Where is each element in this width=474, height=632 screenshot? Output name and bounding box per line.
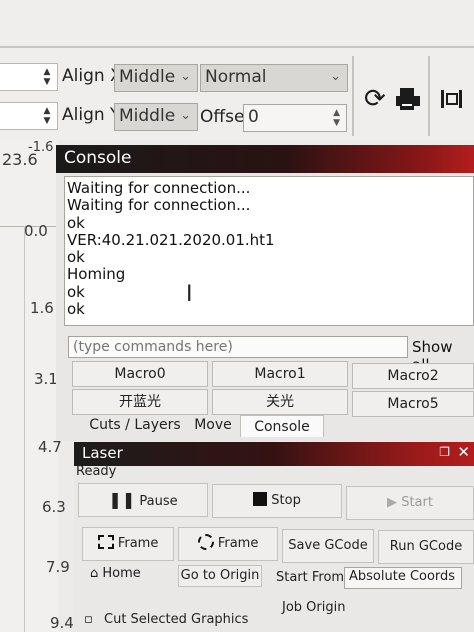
offset-value: 0 — [248, 107, 259, 127]
tab-console[interactable]: Console — [240, 415, 324, 437]
align-center-icon[interactable] — [440, 88, 468, 110]
chevron-down-icon: ⌄ — [180, 108, 191, 123]
log-line: Waiting for connection... — [67, 179, 251, 197]
cut-selected-label: Cut Selected Graphics — [104, 612, 249, 627]
console-titlebar[interactable]: Console — [56, 145, 474, 173]
home-button[interactable]: ⌂ Home — [90, 566, 141, 581]
log-line: ok — [67, 213, 85, 232]
console-title: Console — [64, 148, 132, 168]
start-from-select[interactable]: Absolute Coords — [344, 567, 462, 589]
frame-rect-label: Frame — [117, 536, 159, 551]
width-spinbox[interactable]: ▲ ▼ — [0, 63, 58, 91]
macro5-button[interactable]: Macro5 — [352, 391, 474, 417]
frame-circle-icon — [197, 534, 214, 550]
start-button[interactable]: ▶ Start — [346, 486, 474, 520]
log-line: ok — [67, 300, 85, 319]
spin-arrows-icon[interactable]: ▲ ▼ — [41, 106, 53, 126]
home-icon: ⌂ — [90, 566, 99, 581]
ruler-tick: 9.4 — [50, 614, 74, 632]
ruler-tick: 3.1 — [34, 370, 58, 388]
start-label: Start — [401, 495, 433, 510]
frame-circle-label: Frame — [217, 536, 259, 551]
ruler-label: 23.6 — [2, 150, 38, 169]
align-x-combo[interactable]: Middle ⌄ — [114, 64, 198, 92]
play-icon: ▶ — [387, 495, 398, 510]
rotate-icon[interactable]: ⟳ — [364, 84, 386, 114]
align-y-combo[interactable]: Middle ⌄ — [114, 103, 198, 131]
go-to-origin-button[interactable]: Go to Origin — [178, 565, 262, 587]
align-y-label: Align Y — [62, 105, 121, 125]
cut-selected-checkbox-icon[interactable]: ▫ — [84, 612, 93, 627]
log-line: VER:40.21.021.2020.01.ht1 — [67, 230, 275, 249]
start-from-label: Start From: — [276, 570, 349, 585]
laser-status: Ready — [76, 464, 117, 479]
macro2-button[interactable]: Macro2 — [352, 363, 474, 389]
log-line: ok — [67, 248, 85, 267]
ruler-tick: 0.0 — [24, 222, 48, 240]
tab-cuts-layers[interactable]: Cuts / Layers — [82, 414, 188, 436]
undock-icon[interactable]: ❐ — [439, 445, 450, 459]
laser-title: Laser — [82, 444, 123, 462]
home-label: Home — [102, 566, 141, 581]
tab-move[interactable]: Move — [190, 414, 236, 436]
log-line: Homing — [67, 265, 126, 284]
frame-rect-icon — [97, 535, 114, 549]
text-cursor-icon: I — [186, 282, 193, 307]
run-gcode-button[interactable]: Run GCode — [378, 530, 474, 564]
ruler-tick: 1.6 — [30, 299, 54, 317]
stop-button[interactable]: Stop — [212, 484, 342, 518]
stop-label: Stop — [271, 493, 301, 508]
canvas-grid-line — [24, 226, 25, 632]
align-x-value: Middle — [119, 67, 176, 87]
align-y-value: Middle — [119, 106, 176, 126]
log-line: Waiting for connection... — [67, 196, 251, 215]
frame-rect-button[interactable]: Frame — [82, 527, 174, 561]
pause-label: Pause — [139, 494, 178, 509]
close-icon[interactable]: ✕ — [457, 443, 470, 461]
frame-circle-button[interactable]: Frame — [178, 527, 278, 561]
start-from-value: Absolute Coords — [349, 569, 456, 584]
macro-blue-light-button[interactable]: 开蓝光 — [72, 389, 208, 415]
spin-arrows-icon[interactable]: ▲ ▼ — [333, 108, 340, 128]
log-line: ok — [67, 282, 85, 301]
ruler-tick: 6.3 — [42, 498, 66, 516]
laser-printer-icon[interactable] — [394, 86, 422, 112]
job-origin-label: Job Origin — [282, 600, 346, 615]
macro1-button[interactable]: Macro1 — [212, 361, 348, 387]
laser-titlebar[interactable]: Laser ❐ ✕ — [74, 442, 474, 466]
ruler-tick: 7.9 — [46, 558, 70, 576]
command-input[interactable] — [68, 336, 408, 358]
mode-combo[interactable]: Normal ⌄ — [200, 64, 348, 92]
height-spinbox[interactable]: ▲ ▼ — [0, 102, 58, 130]
console-log[interactable]: Waiting for connection... Waiting for co… — [64, 176, 474, 326]
align-x-label: Align X — [62, 66, 122, 86]
toolbar: ▲ ▼ Align X Middle ⌄ Normal ⌄ ▲ ▼ Align Y … — [0, 0, 474, 140]
macro0-button[interactable]: Macro0 — [72, 361, 208, 387]
stop-icon — [253, 492, 268, 506]
toolbar-separator — [428, 56, 430, 136]
pause-button[interactable]: ❚❚ Pause — [78, 483, 208, 517]
chevron-down-icon: ⌄ — [180, 69, 191, 84]
mode-value: Normal — [205, 67, 267, 87]
toolbar-separator — [352, 56, 354, 136]
save-gcode-button[interactable]: Save GCode — [282, 529, 374, 563]
macro-light-off-button[interactable]: 关光 — [212, 389, 348, 415]
offset-spinbox[interactable]: 0 ▲ ▼ — [243, 104, 347, 132]
pause-icon: ❚❚ — [108, 490, 136, 509]
spin-arrows-icon[interactable]: ▲ ▼ — [41, 67, 53, 87]
toolbar-divider — [0, 46, 474, 48]
chevron-down-icon: ⌄ — [330, 69, 341, 84]
